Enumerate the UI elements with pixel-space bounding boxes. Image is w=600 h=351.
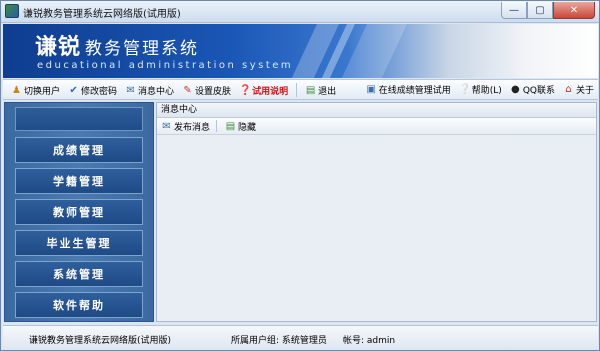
header-banner: 谦锐 教务管理系统 educational administration syst… (3, 24, 598, 78)
status-user-group: 所属用户组: 系统管理员 (231, 336, 327, 346)
brand-name: 谦锐 (35, 34, 82, 60)
home-icon: ⌂ (565, 84, 572, 95)
brush-icon: ✎ (183, 84, 192, 96)
hide-button[interactable]: ▤ 隐藏 (225, 120, 256, 133)
qq-contact-label: QQ联系 (522, 86, 555, 96)
trial-info-label: 试用说明 (252, 86, 289, 97)
hide-label: 隐藏 (238, 122, 257, 133)
exit-icon: ▤ (305, 84, 316, 96)
checkmark-icon: ✔ (69, 84, 78, 96)
menu-item-student-records[interactable]: 学籍管理 (15, 168, 143, 194)
maximize-button[interactable]: ▢ (527, 2, 553, 19)
app-logo-icon (5, 4, 19, 18)
panel-toolbar-divider (216, 120, 218, 132)
publish-message-button[interactable]: ✉ 发布消息 (161, 120, 210, 133)
message-icon: ✉ (126, 84, 135, 96)
help-label: 帮助(L) (471, 86, 502, 96)
message-center-button[interactable]: ✉ 消息中心 (125, 84, 174, 97)
main-toolbar: ♟ 切换用户 ✔ 修改密码 ✉ 消息中心 ✎ 设置皮肤 ❓ 试用说明 ▤ 退出 … (3, 79, 598, 100)
publish-icon: ✉ (162, 120, 171, 132)
menu-item-teachers[interactable]: 教师管理 (15, 199, 143, 225)
change-password-button[interactable]: ✔ 修改密码 (68, 84, 117, 97)
exit-label: 退出 (318, 86, 337, 97)
panel-title: 消息中心 (157, 103, 596, 118)
set-skin-button[interactable]: ✎ 设置皮肤 (182, 84, 231, 97)
network-icon: ▣ (366, 84, 376, 95)
toolbar-right-group: ▣ 在线成绩管理试用 ❔ 帮助(L) ● QQ联系 ⌂ 关于 (366, 83, 594, 96)
message-center-panel: 消息中心 ✉ 发布消息 ▤ 隐藏 (156, 102, 597, 322)
window-title: 谦锐教务管理系统云网络版(试用版) (23, 9, 181, 20)
close-button[interactable]: ✕ (553, 2, 595, 19)
about-button[interactable]: ⌂ 关于 (563, 83, 594, 96)
set-skin-label: 设置皮肤 (195, 86, 232, 97)
minimize-button[interactable]: — (501, 2, 527, 19)
qq-contact-button[interactable]: ● QQ联系 (510, 83, 555, 96)
status-account: 帐号: admin (343, 336, 396, 346)
menu-item-graduates[interactable]: 毕业生管理 (15, 230, 143, 256)
hide-icon: ▤ (225, 120, 236, 132)
menu-item-system[interactable]: 系统管理 (15, 261, 143, 287)
online-grades-trial-label: 在线成绩管理试用 (378, 86, 451, 96)
switch-user-label: 切换用户 (24, 86, 61, 97)
menu-header (15, 107, 143, 131)
toolbar-divider (296, 83, 298, 97)
change-password-label: 修改密码 (81, 86, 118, 97)
status-app-name: 谦锐教务管理系统云网络版(试用版) (29, 336, 172, 346)
publish-message-label: 发布消息 (174, 122, 211, 133)
trial-info-button[interactable]: ❓ 试用说明 (239, 84, 288, 97)
qq-icon: ● (510, 84, 520, 95)
online-grades-trial-button[interactable]: ▣ 在线成绩管理试用 (366, 83, 451, 96)
banner-tagline: educational administration system (37, 60, 294, 71)
help-icon: ❔ (458, 84, 472, 95)
user-switch-icon: ♟ (12, 84, 21, 96)
left-navigation: 成绩管理 学籍管理 教师管理 毕业生管理 系统管理 软件帮助 (4, 102, 154, 322)
window-controls: — ▢ ✕ (501, 2, 595, 20)
about-label: 关于 (575, 86, 594, 96)
exit-button[interactable]: ▤ 退出 (305, 84, 336, 97)
status-bar: 谦锐教务管理系统云网络版(试用版) 所属用户组: 系统管理员 帐号: admin (3, 325, 598, 349)
brand-subtitle: 教务管理系统 (85, 39, 200, 59)
menu-item-grades[interactable]: 成绩管理 (15, 137, 143, 163)
switch-user-button[interactable]: ♟ 切换用户 (11, 84, 60, 97)
banner-brand: 谦锐 教务管理系统 (35, 29, 199, 61)
menu-item-software-help[interactable]: 软件帮助 (15, 292, 143, 318)
help-button[interactable]: ❔ 帮助(L) (459, 83, 502, 96)
message-center-label: 消息中心 (138, 86, 175, 97)
panel-toolbar: ✉ 发布消息 ▤ 隐藏 (157, 118, 596, 135)
toolbar-left-group: ♟ 切换用户 ✔ 修改密码 ✉ 消息中心 ✎ 设置皮肤 ❓ 试用说明 ▤ 退出 (11, 83, 344, 97)
help-doc-icon: ❓ (239, 84, 252, 96)
title-bar: 谦锐教务管理系统云网络版(试用版) — ▢ ✕ (1, 1, 599, 23)
app-window: 谦锐教务管理系统云网络版(试用版) — ▢ ✕ 谦锐 教务管理系统 educati… (0, 0, 600, 351)
